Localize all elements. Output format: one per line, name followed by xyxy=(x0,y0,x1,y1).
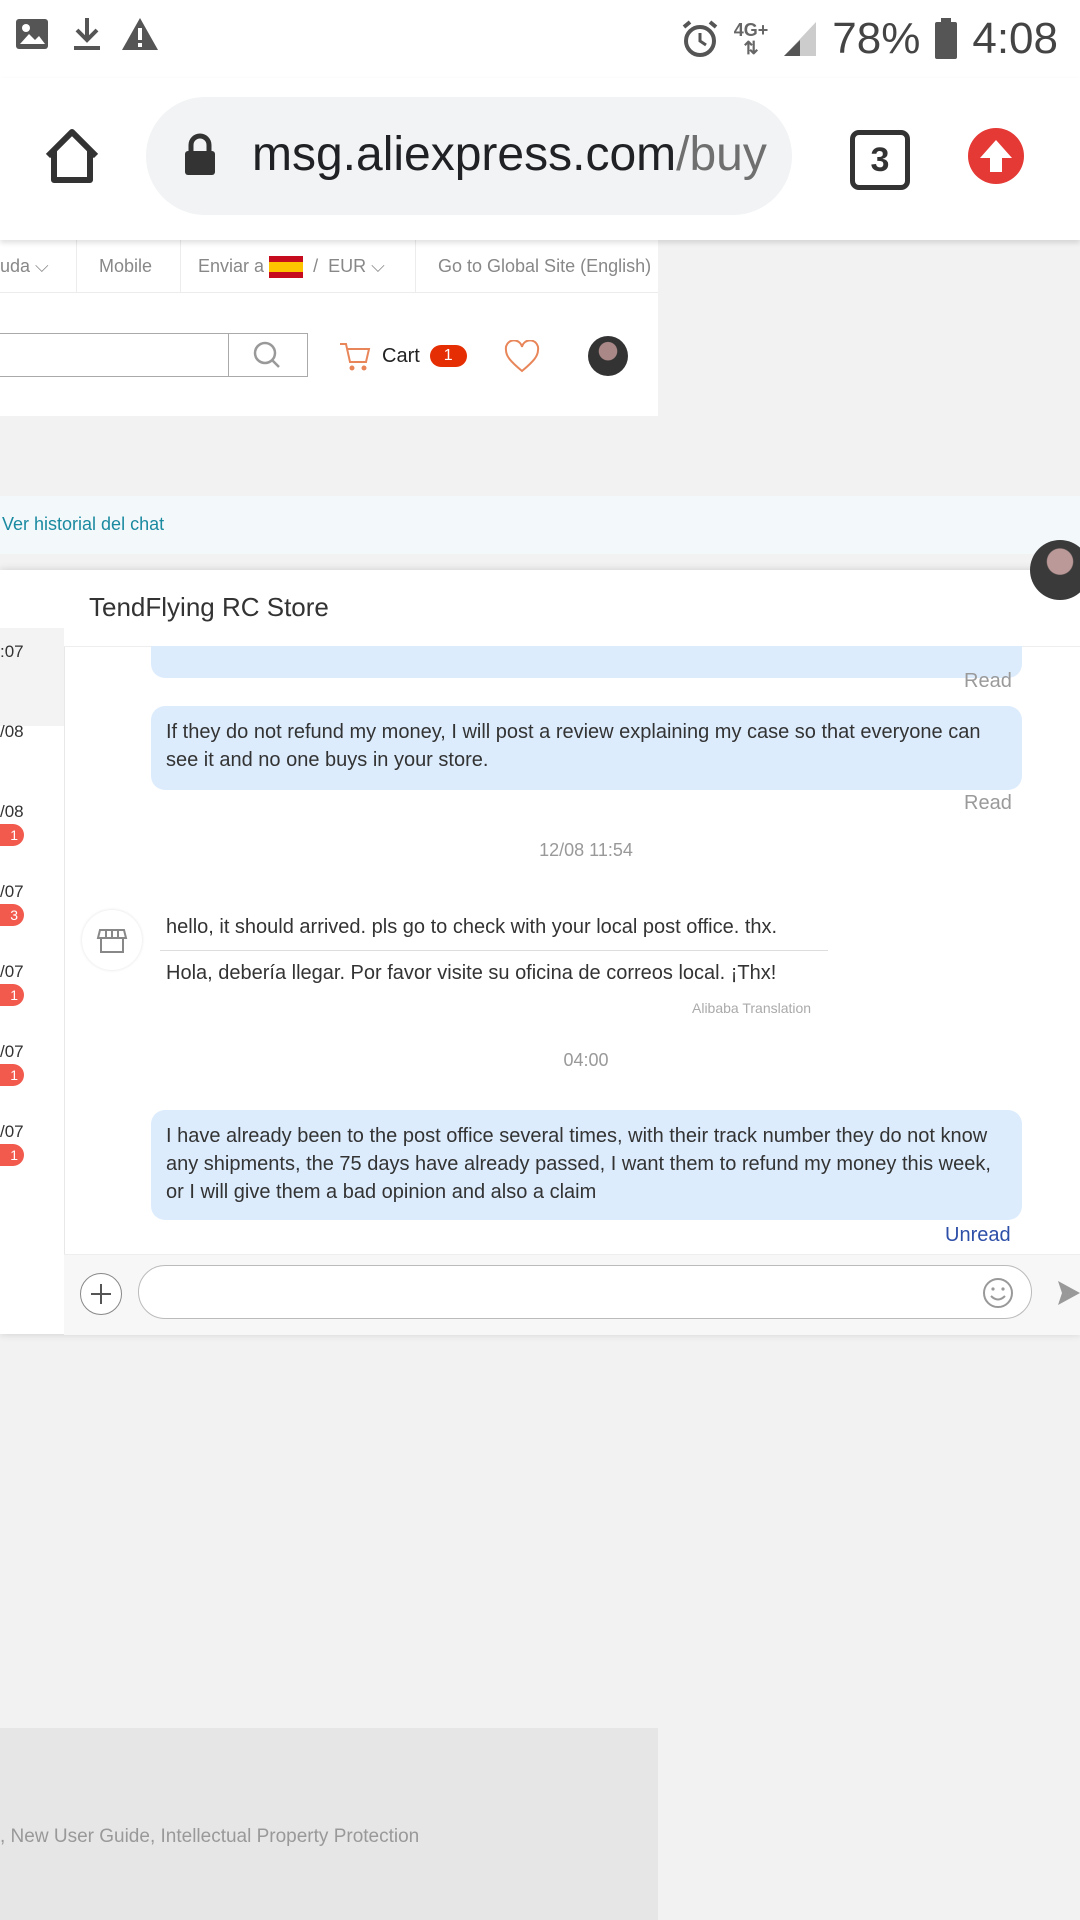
cart-button[interactable]: Cart 1 xyxy=(338,340,467,372)
battery-icon xyxy=(935,18,958,59)
unread-badge: 1 xyxy=(0,984,24,1006)
search-input[interactable] xyxy=(0,333,229,377)
message-status: Read xyxy=(964,792,1012,814)
footer-links[interactable]: , New User Guide, Intellectual Property … xyxy=(0,1826,419,1848)
conversation-date: /07 xyxy=(0,1122,24,1141)
translation-credit: Alibaba Translation xyxy=(692,1000,812,1016)
nav-divider xyxy=(180,240,181,292)
translation-divider xyxy=(160,950,828,951)
global-site-link[interactable]: Go to Global Site (English) xyxy=(438,256,651,277)
download-icon xyxy=(74,18,100,50)
address-bar[interactable]: msg.aliexpress.com/buy xyxy=(146,97,792,215)
conversation-date: /08 xyxy=(0,802,24,821)
nav-divider xyxy=(76,240,77,292)
status-bar: 4G+ ⇅ 78% 4:08 xyxy=(0,0,1080,78)
search-icon xyxy=(253,341,280,368)
arrow-up-icon xyxy=(980,140,1012,172)
battery-percent: 78% xyxy=(832,14,921,63)
nav-divider xyxy=(415,240,416,292)
clock: 4:08 xyxy=(972,14,1058,63)
browser-toolbar: msg.aliexpress.com/buy 3 xyxy=(0,78,1080,240)
home-icon[interactable] xyxy=(42,126,102,186)
send-icon[interactable] xyxy=(1058,1277,1080,1309)
timestamp: 04:00 xyxy=(563,1050,609,1070)
alarm-icon xyxy=(682,20,718,57)
translated-message: Hola, debería llegar. Por favor visite s… xyxy=(166,962,777,984)
conversation-date: /08 xyxy=(0,722,24,741)
unread-badge: 3 xyxy=(0,904,24,926)
url-text: msg.aliexpress.com/buy xyxy=(252,128,767,181)
conversation-item[interactable]: /07 1 xyxy=(0,1108,64,1206)
ship-to-menu[interactable]: Enviar a / EUR ⌵ xyxy=(198,256,385,279)
top-navigation: uda ⌵ Mobile Enviar a / EUR ⌵ Go to Glob… xyxy=(0,240,658,293)
plus-icon xyxy=(91,1284,111,1304)
received-message: hello, it should arrived. pls go to chec… xyxy=(166,916,778,938)
cart-icon xyxy=(340,343,371,371)
wishlist-heart-icon[interactable] xyxy=(504,340,540,374)
conversation-date: /07 xyxy=(0,962,24,981)
timestamp: 12/08 11:54 xyxy=(539,840,633,860)
spain-flag-icon xyxy=(269,256,304,279)
cart-count-badge: 1 xyxy=(429,345,467,367)
message-bubble: If they do not refund my money, I will p… xyxy=(151,706,1022,790)
image-icon xyxy=(16,19,48,49)
site-header: uda ⌵ Mobile Enviar a / EUR ⌵ Go to Glob… xyxy=(0,240,658,416)
store-name: TendFlying RC Store xyxy=(89,592,329,622)
message-composer xyxy=(64,1254,1080,1335)
store-avatar xyxy=(82,910,142,970)
message-status: Read xyxy=(964,670,1012,692)
unread-badge: 1 xyxy=(0,824,24,846)
status-right: 4G+ ⇅ 78% 4:08 xyxy=(680,10,1058,68)
user-avatar[interactable] xyxy=(588,336,628,376)
update-button[interactable] xyxy=(968,128,1024,184)
emoji-icon[interactable] xyxy=(982,1277,1014,1309)
store-icon xyxy=(96,929,128,953)
message-bubble: I have already been to the post office s… xyxy=(151,1110,1022,1220)
unread-badge: 1 xyxy=(0,1144,24,1166)
tab-switcher-button[interactable]: 3 xyxy=(850,130,910,190)
help-menu[interactable]: uda ⌵ xyxy=(0,256,49,277)
warning-icon xyxy=(122,18,158,50)
message-status-unread: Unread xyxy=(945,1224,1011,1246)
chat-history-bar: Ver historial del chat xyxy=(0,496,1080,554)
search-button[interactable] xyxy=(228,333,308,377)
mobile-link[interactable]: Mobile xyxy=(99,256,152,277)
message-input[interactable] xyxy=(138,1265,1032,1319)
message-bubble-partial xyxy=(151,646,1022,678)
conversation-date: :07 xyxy=(0,642,24,661)
conversation-date: /07 xyxy=(0,882,24,901)
network-type: 4G+ ⇅ xyxy=(733,20,769,58)
lock-icon xyxy=(185,133,215,175)
cart-label: Cart xyxy=(382,344,420,367)
conversation-date: /07 xyxy=(0,1042,24,1061)
chat-panel: :07/08/08 1/07 3/07 1/07 1/07 1 TendFlying RC… xyxy=(0,570,1080,1335)
footer: , New User Guide, Intellectual Property … xyxy=(0,1728,658,1920)
signal-icon xyxy=(784,22,817,56)
attach-button[interactable] xyxy=(80,1273,122,1315)
chat-history-link[interactable]: Ver historial del chat xyxy=(2,514,164,535)
conversation-list[interactable]: :07/08/08 1/07 3/07 1/07 1/07 1 xyxy=(0,570,65,1334)
unread-badge: 1 xyxy=(0,1064,24,1086)
